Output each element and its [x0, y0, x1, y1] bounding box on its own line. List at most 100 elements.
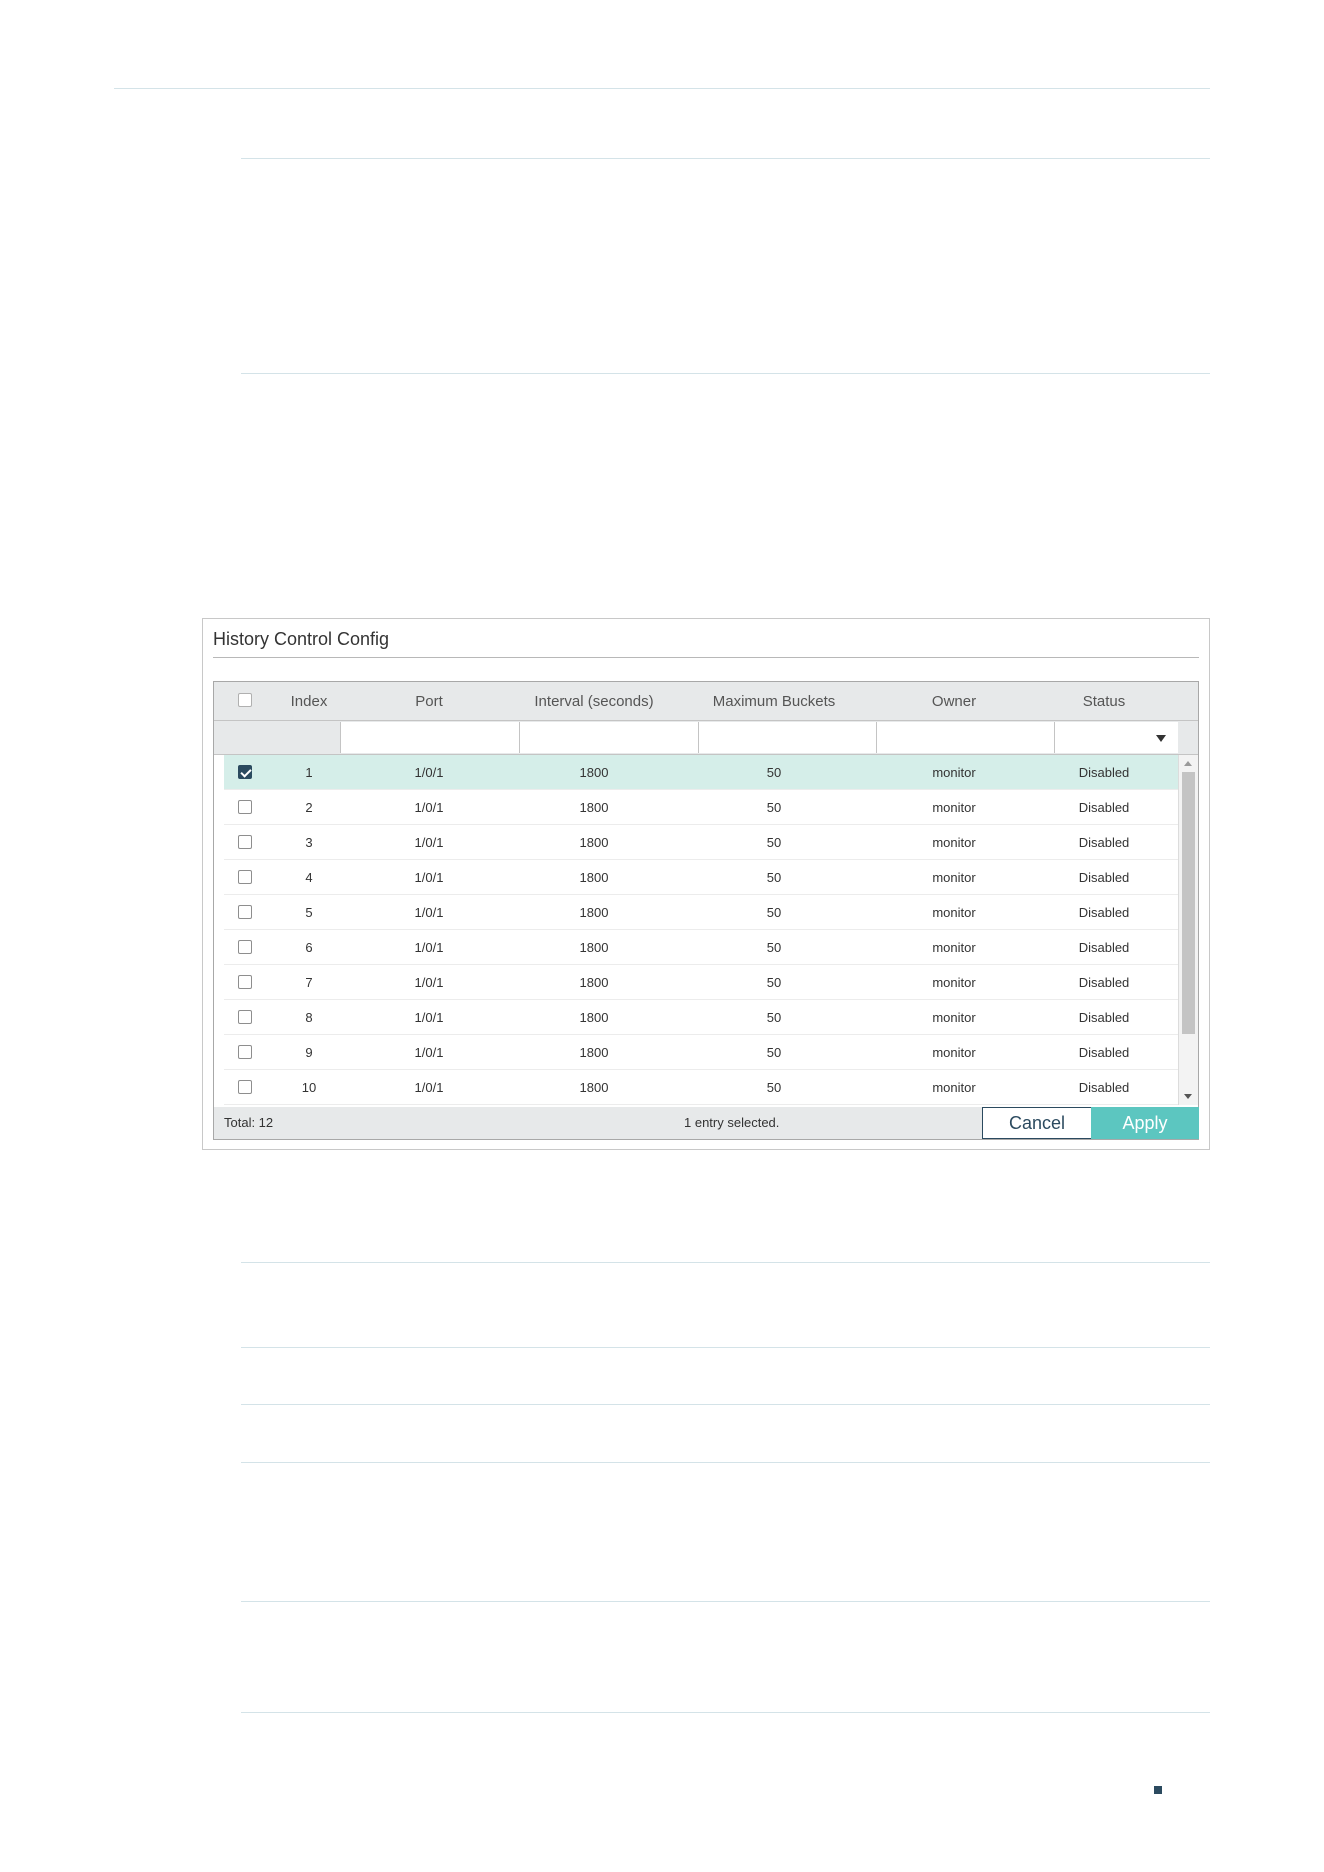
cell-owner: monitor — [932, 1080, 976, 1095]
column-header-maximum-buckets[interactable]: Maximum Buckets — [684, 682, 864, 721]
table-row[interactable]: 9 1/0/1 1800 50 monitor Disabled — [224, 1035, 1178, 1070]
divider — [241, 158, 1210, 159]
filter-input-interval[interactable] — [519, 722, 698, 753]
cell-port: 1/0/1 — [414, 1080, 444, 1095]
chevron-down-icon — [1156, 735, 1166, 742]
row-checkbox[interactable] — [238, 1080, 252, 1094]
table-row[interactable]: 6 1/0/1 1800 50 monitor Disabled — [224, 930, 1178, 965]
cell-maximum-buckets: 50 — [766, 1080, 782, 1095]
cell-maximum-buckets: 50 — [766, 835, 782, 850]
table-footer: Total: 12 1 entry selected. Cancel Apply — [213, 1107, 1199, 1140]
divider — [241, 1712, 1210, 1713]
cell-status: Disabled — [1078, 1045, 1130, 1060]
cell-interval: 1800 — [579, 800, 609, 815]
divider — [241, 1347, 1210, 1348]
scroll-down-arrow-icon[interactable] — [1184, 1094, 1192, 1099]
table-row[interactable]: 4 1/0/1 1800 50 monitor Disabled — [224, 860, 1178, 895]
cell-status: Disabled — [1078, 835, 1130, 850]
table-row[interactable]: 3 1/0/1 1800 50 monitor Disabled — [224, 825, 1178, 860]
cell-index: 2 — [305, 800, 313, 815]
cell-port: 1/0/1 — [414, 835, 444, 850]
cell-owner: monitor — [932, 940, 976, 955]
filter-input-port[interactable] — [340, 722, 519, 753]
table-row[interactable]: 10 1/0/1 1800 50 monitor Disabled — [224, 1070, 1178, 1105]
apply-button[interactable]: Apply — [1091, 1107, 1199, 1139]
column-header-port[interactable]: Port — [354, 682, 504, 721]
filter-input-maximum-buckets[interactable] — [698, 722, 876, 753]
divider — [241, 1601, 1210, 1602]
cell-status: Disabled — [1078, 800, 1130, 815]
cell-maximum-buckets: 50 — [766, 870, 782, 885]
scroll-up-arrow-icon[interactable] — [1184, 761, 1192, 766]
cell-interval: 1800 — [579, 1010, 609, 1025]
cell-status: Disabled — [1078, 940, 1130, 955]
cell-port: 1/0/1 — [414, 1045, 444, 1060]
divider — [241, 1462, 1210, 1463]
cell-index: 7 — [305, 975, 313, 990]
filter-select-status[interactable] — [1054, 722, 1178, 753]
cell-port: 1/0/1 — [414, 1010, 444, 1025]
history-control-config-panel: History Control Config Index Port Interv… — [202, 618, 1210, 1150]
column-header-index[interactable]: Index — [264, 682, 354, 721]
divider — [241, 1262, 1210, 1263]
cell-status: Disabled — [1078, 870, 1130, 885]
row-checkbox[interactable] — [238, 800, 252, 814]
column-header-interval[interactable]: Interval (seconds) — [504, 682, 684, 721]
cell-status: Disabled — [1078, 1010, 1130, 1025]
row-checkbox[interactable] — [238, 1010, 252, 1024]
divider — [114, 88, 1210, 89]
row-checkbox[interactable] — [238, 975, 252, 989]
cell-interval: 1800 — [579, 905, 609, 920]
cell-index: 8 — [305, 1010, 313, 1025]
table-row[interactable]: 2 1/0/1 1800 50 monitor Disabled — [224, 790, 1178, 825]
cell-interval: 1800 — [579, 940, 609, 955]
cell-interval: 1800 — [579, 765, 609, 780]
cell-maximum-buckets: 50 — [766, 765, 782, 780]
cell-interval: 1800 — [579, 1045, 609, 1060]
row-checkbox[interactable] — [238, 765, 252, 779]
filter-input-owner[interactable] — [876, 722, 1054, 753]
column-header-status[interactable]: Status — [1044, 682, 1164, 721]
cell-owner: monitor — [932, 905, 976, 920]
filter-row — [214, 721, 1198, 755]
cell-index: 10 — [301, 1080, 317, 1095]
page-marker — [1154, 1786, 1162, 1794]
cell-maximum-buckets: 50 — [766, 975, 782, 990]
title-underline — [213, 657, 1199, 658]
cell-index: 9 — [305, 1045, 313, 1060]
cell-owner: monitor — [932, 765, 976, 780]
cell-index: 3 — [305, 835, 313, 850]
select-all-checkbox[interactable] — [238, 693, 252, 707]
row-checkbox[interactable] — [238, 905, 252, 919]
table-row[interactable]: 5 1/0/1 1800 50 monitor Disabled — [224, 895, 1178, 930]
cell-port: 1/0/1 — [414, 870, 444, 885]
cell-interval: 1800 — [579, 835, 609, 850]
table-row[interactable]: 8 1/0/1 1800 50 monitor Disabled — [224, 1000, 1178, 1035]
cancel-button[interactable]: Cancel — [982, 1107, 1092, 1139]
cell-interval: 1800 — [579, 975, 609, 990]
vertical-scrollbar[interactable] — [1178, 755, 1198, 1105]
cell-status: Disabled — [1078, 975, 1130, 990]
cell-maximum-buckets: 50 — [766, 1045, 782, 1060]
row-checkbox[interactable] — [238, 835, 252, 849]
row-checkbox[interactable] — [238, 1045, 252, 1059]
cell-owner: monitor — [932, 975, 976, 990]
total-count: Total: 12 — [224, 1115, 274, 1130]
table-row[interactable]: 7 1/0/1 1800 50 monitor Disabled — [224, 965, 1178, 1000]
cell-status: Disabled — [1078, 765, 1130, 780]
cell-port: 1/0/1 — [414, 975, 444, 990]
column-header-owner[interactable]: Owner — [864, 682, 1044, 721]
cell-index: 1 — [305, 765, 313, 780]
cell-port: 1/0/1 — [414, 905, 444, 920]
history-table: Index Port Interval (seconds) Maximum Bu… — [213, 681, 1199, 1117]
cell-owner: monitor — [932, 800, 976, 815]
cell-index: 4 — [305, 870, 313, 885]
row-checkbox[interactable] — [238, 940, 252, 954]
scrollbar-thumb[interactable] — [1182, 772, 1195, 1034]
row-checkbox[interactable] — [238, 870, 252, 884]
table-body: 1 1/0/1 1800 50 monitor Disabled 2 1/0/1 1800 50 m… — [214, 755, 1178, 1105]
panel-title: History Control Config — [213, 629, 390, 649]
cell-port: 1/0/1 — [414, 765, 444, 780]
cell-maximum-buckets: 50 — [766, 905, 782, 920]
table-row[interactable]: 1 1/0/1 1800 50 monitor Disabled — [224, 755, 1178, 790]
